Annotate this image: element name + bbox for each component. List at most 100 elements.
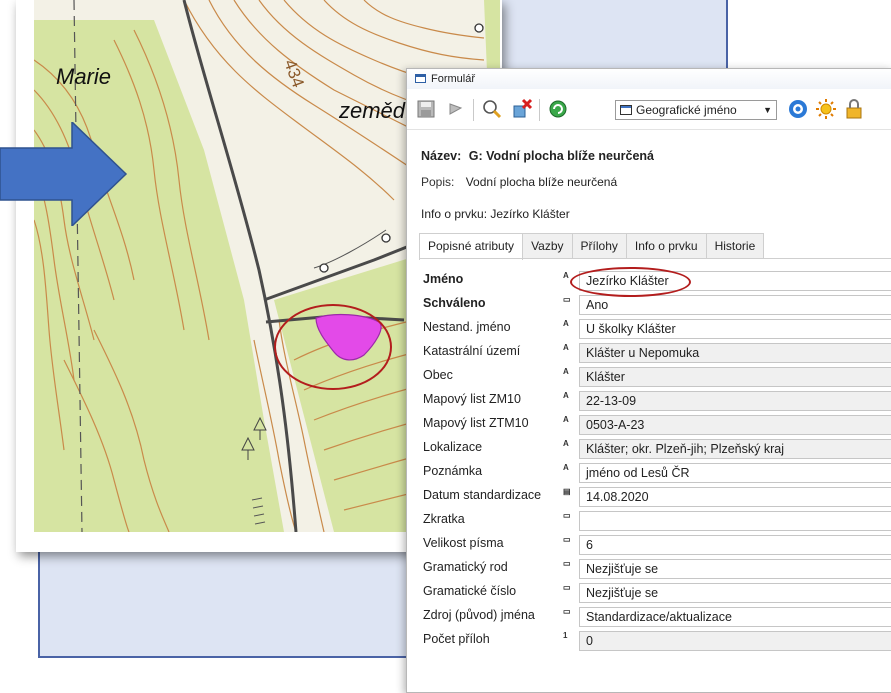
- text-type-icon: A: [563, 439, 569, 448]
- attr-label: Mapový list ZTM10: [423, 416, 529, 430]
- layer-select[interactable]: Geografické jméno ▼: [615, 100, 777, 120]
- place-name-label: Marie: [56, 64, 111, 89]
- text-type-icon: A: [563, 367, 569, 376]
- tab-vazby[interactable]: Vazby: [522, 233, 573, 258]
- attr-row-katastralni-uzemi: Katastrální území A Klášter u Nepomuka: [419, 341, 891, 365]
- attr-label: Poznámka: [423, 464, 483, 478]
- layer-select-value: Geografické jméno: [636, 103, 737, 117]
- tab-bar: Popisné atributy Vazby Přílohy Info o pr…: [419, 233, 765, 260]
- land-use-label: zeměd.: [338, 98, 411, 123]
- attr-value-schvaleno[interactable]: Ano: [579, 295, 891, 315]
- list-type-icon: ▭: [563, 607, 571, 616]
- attr-value-zkratka[interactable]: [579, 511, 891, 531]
- attr-label: Počet příloh: [423, 632, 490, 646]
- text-type-icon: A: [563, 343, 569, 352]
- attr-row-mapovy-list-zm10: Mapový list ZM10 A 22-13-09: [419, 389, 891, 413]
- popis-label: Popis:: [421, 175, 455, 189]
- window-icon: [415, 74, 426, 83]
- attr-row-schvaleno: Schváleno ▭ Ano: [419, 293, 891, 317]
- sun-icon[interactable]: [813, 96, 839, 122]
- attr-value-datum-standardizace[interactable]: 14.08.2020: [579, 487, 891, 507]
- attr-row-lokalizace: Lokalizace A Klášter; okr. Plzeň-jih; Pl…: [419, 437, 891, 461]
- attr-label: Datum standardizace: [423, 488, 542, 502]
- nazev-label: Název:: [421, 149, 462, 163]
- attr-label: Velikost písma: [423, 536, 504, 550]
- list-type-icon: ▭: [563, 295, 571, 304]
- attr-value-obec[interactable]: Klášter: [579, 367, 891, 387]
- tab-popisne-atributy[interactable]: Popisné atributy: [419, 233, 524, 260]
- attr-value-mapovy-list-ztm10[interactable]: 0503-A-23: [579, 415, 891, 435]
- attr-value-nestand-jmeno[interactable]: U školky Klášter: [579, 319, 891, 339]
- list-type-icon: ▭: [563, 559, 571, 568]
- attr-row-zkratka: Zkratka ▭: [419, 509, 891, 533]
- toolbar-separator: [473, 99, 474, 121]
- undo-icon[interactable]: [443, 96, 469, 122]
- polygon-highlight-ellipse: [274, 304, 392, 390]
- tab-prilohy[interactable]: Přílohy: [571, 233, 627, 258]
- list-type-icon: ▭: [563, 535, 571, 544]
- attr-row-mapovy-list-ztm10: Mapový list ZTM10 A 0503-A-23: [419, 413, 891, 437]
- attr-value-pocet-priloh[interactable]: 0: [579, 631, 891, 651]
- refresh-icon[interactable]: [545, 96, 571, 122]
- attr-label: Mapový list ZM10: [423, 392, 521, 406]
- chevron-down-icon: ▼: [763, 105, 772, 115]
- target-icon[interactable]: [785, 96, 811, 122]
- save-icon[interactable]: [413, 96, 439, 122]
- attr-label: Katastrální území: [423, 344, 521, 358]
- attr-row-zdroj-jmena: Zdroj (původ) jména ▭ Standardizace/aktu…: [419, 605, 891, 629]
- text-type-icon: A: [563, 463, 569, 472]
- feature-info: Info o prvku: Jezírko Klášter: [421, 207, 570, 221]
- tab-divider: [419, 258, 891, 259]
- attr-row-velikost-pisma: Velikost písma ▭ 6: [419, 533, 891, 557]
- attr-label: Jméno: [423, 272, 464, 286]
- popis-value: Vodní plocha blíže neurčená: [465, 175, 618, 189]
- attr-row-gramaticke-cislo: Gramatické číslo ▭ Nezjišťuje se: [419, 581, 891, 605]
- toolbar-separator: [539, 99, 540, 121]
- layer-icon: [620, 105, 632, 115]
- tab-info-o-prvku[interactable]: Info o prvku: [625, 233, 707, 258]
- attr-label: Obec: [423, 368, 453, 382]
- name-highlight-ellipse: [570, 267, 691, 297]
- pointer-arrow-icon: [0, 122, 128, 226]
- attr-value-mapovy-list-zm10[interactable]: 22-13-09: [579, 391, 891, 411]
- attr-row-obec: Obec A Klášter: [419, 365, 891, 389]
- attr-row-poznamka: Poznámka A jméno od Lesů ČR: [419, 461, 891, 485]
- list-type-icon: ▭: [563, 511, 571, 520]
- form-title: Formulář: [431, 73, 476, 85]
- attr-label: Gramatické číslo: [423, 584, 517, 598]
- attr-label: Nestand. jméno: [423, 320, 511, 334]
- text-type-icon: A: [563, 415, 569, 424]
- calendar-type-icon: ▤: [563, 487, 571, 496]
- attr-label: Zdroj (původ) jména: [423, 608, 535, 622]
- feature-description: Popis: Vodní plocha blíže neurčená: [421, 175, 617, 189]
- attr-row-nestand-jmeno: Nestand. jméno A U školky Klášter: [419, 317, 891, 341]
- text-type-icon: A: [563, 271, 569, 280]
- form-window: Formulář Geografické jméno ▼ Název: G: V…: [406, 68, 891, 693]
- list-type-icon: ▭: [563, 583, 571, 592]
- text-type-icon: A: [563, 319, 569, 328]
- lock-icon[interactable]: [841, 96, 867, 122]
- attr-row-datum-standardizace: Datum standardizace ▤ 14.08.2020: [419, 485, 891, 509]
- feature-name: Název: G: Vodní plocha blíže neurčená: [421, 149, 654, 163]
- attr-label: Lokalizace: [423, 440, 483, 454]
- attr-label: Zkratka: [423, 512, 465, 526]
- attr-value-katastralni-uzemi[interactable]: Klášter u Nepomuka: [579, 343, 891, 363]
- nazev-value: G: Vodní plocha blíže neurčená: [468, 149, 654, 163]
- attr-value-gramaticky-rod[interactable]: Nezjišťuje se: [579, 559, 891, 579]
- attr-label: Schváleno: [423, 296, 486, 310]
- attr-value-lokalizace[interactable]: Klášter; okr. Plzeň-jih; Plzeňský kraj: [579, 439, 891, 459]
- attr-value-poznamka[interactable]: jméno od Lesů ČR: [579, 463, 891, 483]
- attr-value-gramaticke-cislo[interactable]: Nezjišťuje se: [579, 583, 891, 603]
- attr-value-velikost-pisma[interactable]: 6: [579, 535, 891, 555]
- search-icon[interactable]: [479, 96, 505, 122]
- text-type-icon: A: [563, 391, 569, 400]
- tab-historie[interactable]: Historie: [705, 233, 765, 258]
- toolbar: Geografické jméno ▼: [407, 89, 891, 130]
- attr-value-zdroj-jmena[interactable]: Standardizace/aktualizace: [579, 607, 891, 627]
- delete-icon[interactable]: [509, 96, 535, 122]
- attr-row-pocet-priloh: Počet příloh 1 0: [419, 629, 891, 653]
- number-type-icon: 1: [563, 631, 568, 640]
- form-titlebar: Formulář: [407, 69, 891, 89]
- attr-label: Gramatický rod: [423, 560, 508, 574]
- attr-row-gramaticky-rod: Gramatický rod ▭ Nezjišťuje se: [419, 557, 891, 581]
